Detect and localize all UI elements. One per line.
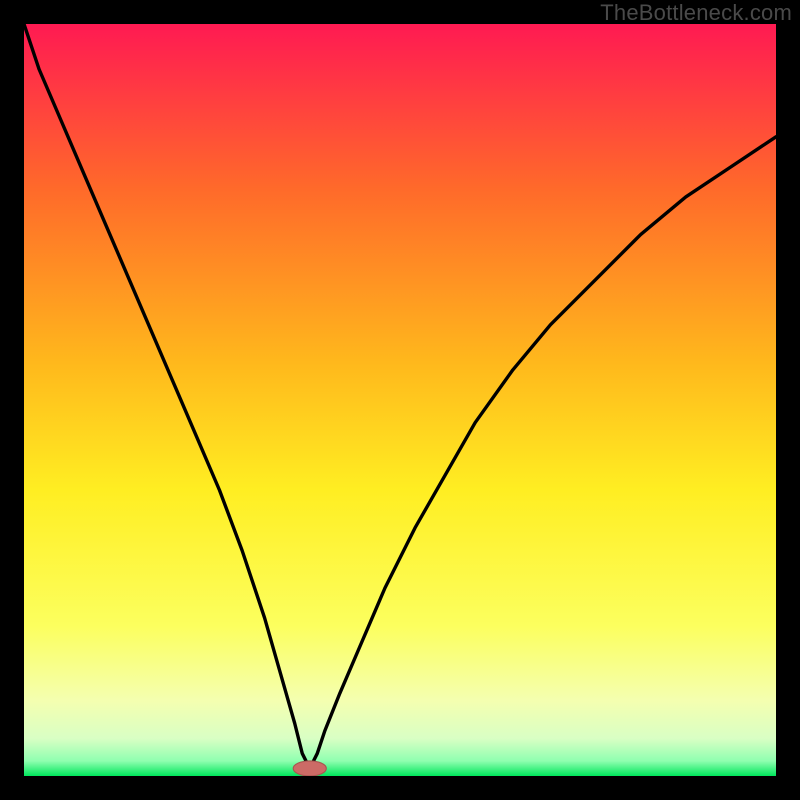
chart-container: TheBottleneck.com [0,0,800,800]
minimum-marker [293,761,326,776]
gradient-background [24,24,776,776]
watermark-text: TheBottleneck.com [600,0,792,26]
chart-svg [24,24,776,776]
plot-area [24,24,776,776]
